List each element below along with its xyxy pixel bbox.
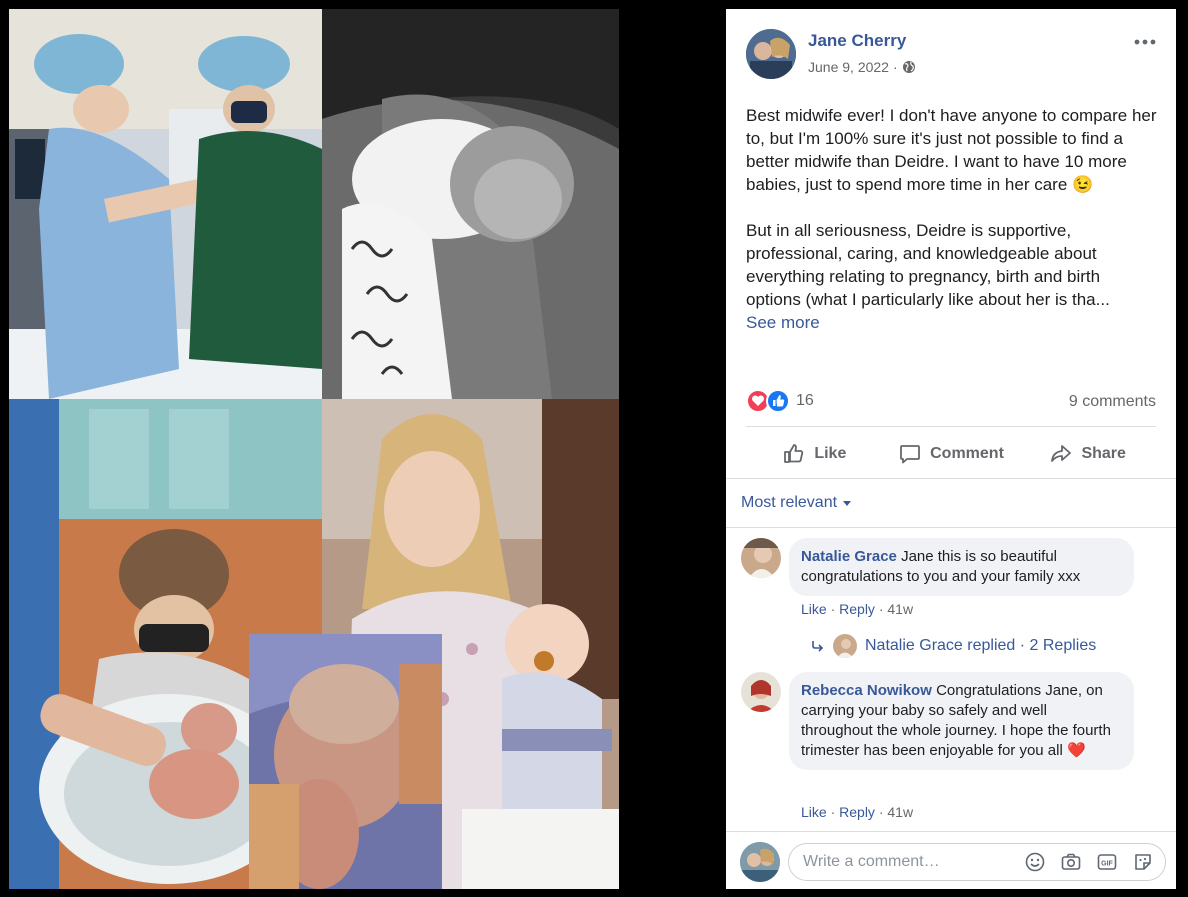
photo-sleeping-newborn xyxy=(322,9,619,399)
sort-label: Most relevant xyxy=(741,494,838,511)
comment-label: Comment xyxy=(930,445,1004,462)
comment-button[interactable]: Comment xyxy=(883,434,1020,474)
comment-bubble: Rebecca Nowikow Congratulations Jane, on… xyxy=(789,672,1134,770)
comment-like-link[interactable]: Like xyxy=(801,804,827,820)
reaction-icons[interactable] xyxy=(746,389,792,413)
comment-time[interactable]: 41w xyxy=(887,601,913,617)
caret-down-icon xyxy=(843,500,852,506)
globe-icon xyxy=(902,60,916,74)
comment-reply-link[interactable]: Reply xyxy=(839,804,875,820)
post-panel: Jane Cherry June 9, 2022 · Best midwife … xyxy=(726,9,1176,889)
author-name[interactable]: Jane Cherry xyxy=(808,31,906,51)
post-paragraph-2: But in all seriousness, Deidre is suppor… xyxy=(746,221,1110,309)
view-replies-link[interactable]: Natalie Grace replied · 2 Replies xyxy=(811,634,1096,658)
post-paragraph-1: Best midwife ever! I don't have anyone t… xyxy=(746,106,1157,194)
share-icon xyxy=(1051,445,1072,462)
sticker-icon[interactable] xyxy=(1132,851,1154,873)
comment-time[interactable]: 41w xyxy=(887,804,913,820)
like-icon xyxy=(784,444,804,463)
post-actions: Like Comment Share xyxy=(746,434,1156,474)
see-more-link[interactable]: See more xyxy=(746,311,1158,334)
comment-like-link[interactable]: Like xyxy=(801,601,827,617)
post-header: Jane Cherry June 9, 2022 · xyxy=(746,29,1158,81)
like-icon xyxy=(766,389,790,413)
divider xyxy=(746,426,1156,427)
comment-reply-link[interactable]: Reply xyxy=(839,601,875,617)
replies-label: Natalie Grace replied · 2 Replies xyxy=(865,637,1097,654)
photo-viewer[interactable] xyxy=(0,0,726,897)
svg-text:GIF: GIF xyxy=(1101,861,1113,868)
post-body: Best midwife ever! I don't have anyone t… xyxy=(746,104,1158,334)
author-avatar[interactable] xyxy=(746,29,796,79)
comment-actions: Like · Reply · 41w xyxy=(801,601,914,617)
gif-icon[interactable]: GIF xyxy=(1096,851,1118,873)
photo-crying-newborn xyxy=(249,634,442,889)
more-options-button[interactable] xyxy=(1132,33,1158,51)
love-icon xyxy=(746,389,770,413)
comment-item: Natalie Grace Jane this is so beautiful … xyxy=(741,538,1161,620)
reactions-summary: 16 9 comments xyxy=(746,389,1156,415)
share-label: Share xyxy=(1081,445,1126,462)
camera-icon[interactable] xyxy=(1060,851,1082,873)
divider xyxy=(726,478,1176,479)
like-button[interactable]: Like xyxy=(746,434,883,474)
comment-item: Rebecca Nowikow Congratulations Jane, on… xyxy=(741,672,1161,822)
photo-hospital-checkup xyxy=(9,9,322,399)
current-user-avatar xyxy=(740,842,780,882)
comments-count[interactable]: 9 comments xyxy=(1069,393,1156,411)
comment-author[interactable]: Rebecca Nowikow xyxy=(801,682,932,699)
commenter-avatar[interactable] xyxy=(741,672,781,712)
photo-collage[interactable] xyxy=(9,9,619,889)
reply-arrow-icon xyxy=(812,641,824,652)
comment-bubble: Natalie Grace Jane this is so beautiful … xyxy=(789,538,1134,596)
meta-separator: · xyxy=(892,59,898,75)
post-date[interactable]: June 9, 2022 xyxy=(808,59,889,75)
post-meta: June 9, 2022 · xyxy=(808,59,916,75)
composer-icons: GIF xyxy=(1024,851,1154,873)
share-button[interactable]: Share xyxy=(1019,434,1156,474)
comment-actions: Like · Reply · 41w xyxy=(801,804,914,820)
more-dots-icon xyxy=(1134,39,1156,45)
reply-avatar xyxy=(833,634,857,658)
comment-author[interactable]: Natalie Grace xyxy=(801,548,897,565)
divider xyxy=(726,527,1176,528)
comment-composer: GIF xyxy=(726,831,1176,889)
like-label: Like xyxy=(814,445,847,462)
comment-sort-dropdown[interactable]: Most relevant xyxy=(741,494,852,512)
commenter-avatar[interactable] xyxy=(741,538,781,578)
comment-icon xyxy=(900,445,921,464)
emoji-icon[interactable] xyxy=(1024,851,1046,873)
reaction-count[interactable]: 16 xyxy=(796,392,814,410)
